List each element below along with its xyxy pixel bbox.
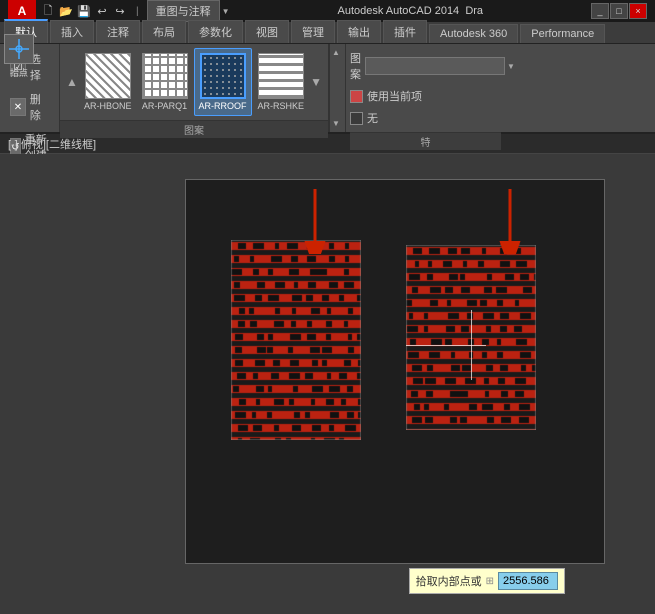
ribbon-tab-bar: 默认 插入 注释 布局 参数化 视图 管理 输出 插件 Autodesk 360… xyxy=(0,22,655,44)
ar-parq1-label: AR-PARQ1 xyxy=(142,101,187,111)
tab-layout[interactable]: 布局 xyxy=(142,20,186,43)
delete-icon: ✕ xyxy=(10,98,26,116)
delete-label: 删除 xyxy=(30,91,49,123)
new-button[interactable]: 🗋 xyxy=(40,3,56,19)
crosshair-horizontal xyxy=(406,345,486,346)
pick-point-icon xyxy=(4,34,34,64)
maximize-button[interactable]: □ xyxy=(610,3,628,19)
workspace-dropdown[interactable]: 重图与注释 xyxy=(147,0,220,22)
shiyong-label: 使用当前项 xyxy=(367,88,422,104)
expand-icon: ⊞ xyxy=(486,576,494,587)
command-value-box[interactable]: 2556.586 xyxy=(498,572,558,590)
ar-hbone-label: AR-HBONE xyxy=(84,101,132,111)
ribbon-right-panel: 图案 ▼ 使用当前项 无 特 xyxy=(345,44,505,132)
undo-button[interactable]: ↩ xyxy=(94,3,110,19)
pattern-ar-hbone[interactable]: AR-HBONE xyxy=(80,49,136,115)
command-tooltip: 拾取内部点或 ⊞ 2556.586 xyxy=(409,568,565,594)
quick-access-toolbar: 🗋 📂 💾 ↩ ↪ xyxy=(40,3,128,19)
tab-insert[interactable]: 插入 xyxy=(50,20,94,43)
tab-plugins[interactable]: 插件 xyxy=(383,20,427,43)
tab-360[interactable]: Autodesk 360 xyxy=(429,24,518,43)
pattern-ar-rshke[interactable]: AR-RSHKE xyxy=(254,49,309,115)
delete-button[interactable]: ✕ 删除 xyxy=(4,88,55,126)
wu-row: 无 xyxy=(350,108,501,128)
window-controls: _ □ × xyxy=(591,3,647,19)
titlebar: A 🗋 📂 💾 ↩ ↪ | 重图与注释 ▼ Autodesk AutoCAD 2… xyxy=(0,0,655,22)
tuan-label: 图案 xyxy=(350,50,361,82)
ar-rroof-label: AR-RROOF xyxy=(199,101,247,111)
pick-point-label: 拾点 xyxy=(10,66,28,79)
tuan-row: 图案 ▼ xyxy=(350,48,501,84)
tab-param[interactable]: 参数化 xyxy=(188,20,243,43)
tab-output[interactable]: 输出 xyxy=(337,20,381,43)
left-hatch-rect xyxy=(231,240,361,440)
wu-checkbox[interactable] xyxy=(350,112,363,125)
pattern-ar-rroof[interactable]: AR-RROOF xyxy=(194,48,252,116)
tab-manage[interactable]: 管理 xyxy=(291,20,335,43)
ar-parq1-preview xyxy=(142,53,188,99)
app-title: Autodesk AutoCAD 2014 Dra xyxy=(337,5,483,17)
close-button[interactable]: × xyxy=(629,3,647,19)
save-button[interactable]: 💾 xyxy=(76,3,92,19)
tab-view[interactable]: 视图 xyxy=(245,20,289,43)
left-arrow-annotation xyxy=(295,189,335,254)
ar-rroof-preview xyxy=(200,53,246,99)
tab-performance[interactable]: Performance xyxy=(520,24,605,43)
minimize-button[interactable]: _ xyxy=(591,3,609,19)
ar-rshke-label: AR-RSHKE xyxy=(258,101,305,111)
open-button[interactable]: 📂 xyxy=(58,3,74,19)
pattern-scroll-up[interactable]: ▲ xyxy=(66,75,78,89)
pattern-scroll-down[interactable]: ▼ xyxy=(310,75,322,89)
tuan-input[interactable] xyxy=(365,57,505,75)
ar-rshke-preview xyxy=(258,53,304,99)
pattern-ar-parq1[interactable]: AR-PARQ1 xyxy=(138,49,192,115)
shiyong-checkbox[interactable] xyxy=(350,90,363,103)
canvas-area[interactable]: 拾取内部点或 ⊞ 2556.586 xyxy=(0,154,655,614)
ribbon-expand-button[interactable]: ▲ ▼ xyxy=(329,44,345,132)
wu-label: 无 xyxy=(367,110,378,126)
workspace-dropdown-arrow[interactable]: ▼ xyxy=(222,7,230,16)
patterns-section-label: 图案 xyxy=(60,120,328,138)
tuan-dropdown-arrow[interactable]: ▼ xyxy=(507,62,515,71)
ar-hbone-preview xyxy=(85,53,131,99)
drawing-area xyxy=(185,179,605,564)
crosshair-vertical xyxy=(471,310,472,380)
right-arrow-annotation xyxy=(490,189,530,254)
ribbon: ☑ 选择 ✕ 删除 ↺ 重新创建 拾点 边界 xyxy=(0,44,655,134)
tab-annotate[interactable]: 注释 xyxy=(96,20,140,43)
shiyong-row: 使用当前项 xyxy=(350,86,501,106)
ribbon-section-patterns: ▲ AR-HBONE AR-PARQ1 AR-RROOF AR xyxy=(60,44,329,132)
right-section-label: 特 xyxy=(350,132,501,150)
pick-point-button[interactable]: 拾点 xyxy=(0,22,38,90)
separator: | xyxy=(136,6,139,17)
redo-button[interactable]: ↪ xyxy=(112,3,128,19)
command-tooltip-label: 拾取内部点或 xyxy=(416,573,482,589)
ribbon-section-tools: ☑ 选择 ✕ 删除 ↺ 重新创建 拾点 边界 xyxy=(0,44,60,132)
